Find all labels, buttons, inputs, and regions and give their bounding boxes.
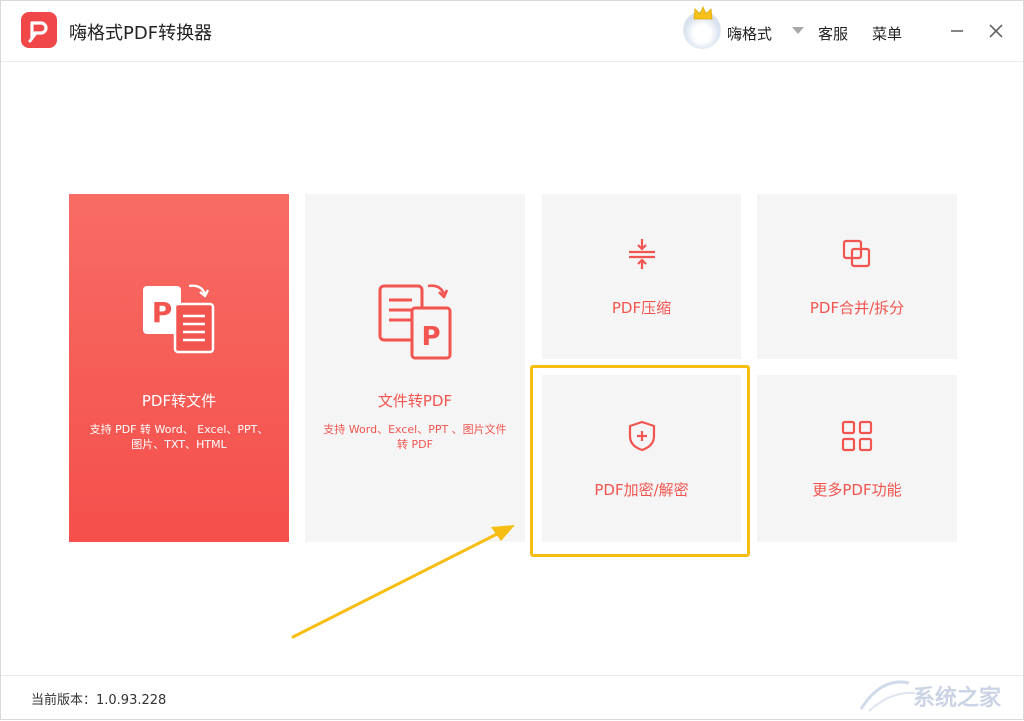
file-to-pdf-icon: P — [378, 284, 452, 360]
pdf-encrypt-decrypt-title: PDF加密/解密 — [594, 481, 689, 499]
more-pdf-functions-title: 更多PDF功能 — [812, 481, 902, 499]
pdf-compress-card[interactable]: PDF压缩 — [542, 194, 741, 359]
pdf-merge-split-title: PDF合并/拆分 — [809, 299, 905, 317]
file-to-pdf-card[interactable]: P 文件转PDF 支持 Word、Excel、PPT 、图片文件转 PDF — [305, 194, 525, 542]
watermark: 系统之家 — [851, 671, 1021, 717]
pdf-to-file-desc: 支持 PDF 转 Word、 Excel、PPT、图片、TXT、HTML — [89, 423, 269, 451]
version-text: 当前版本：1.0.93.228 — [31, 693, 167, 708]
svg-text:P: P — [152, 296, 173, 329]
close-icon[interactable] — [986, 21, 1006, 41]
shield-icon — [628, 420, 655, 452]
avatar-image — [693, 27, 711, 42]
pdf-to-file-title: PDF转文件 — [141, 392, 217, 410]
merge-icon — [842, 239, 871, 268]
svg-text:P: P — [421, 322, 440, 352]
app-logo-icon — [21, 12, 57, 48]
app-title: 嗨格式PDF转换器 — [69, 23, 213, 44]
pdf-to-file-icon: P — [143, 284, 215, 354]
pdf-merge-split-card[interactable]: PDF合并/拆分 — [757, 194, 957, 359]
minimize-icon[interactable] — [947, 21, 967, 41]
pdf-encrypt-decrypt-card[interactable]: PDF加密/解密 — [542, 375, 741, 542]
customer-service-link[interactable]: 客服 — [818, 23, 848, 44]
user-name[interactable]: 嗨格式 — [727, 23, 772, 44]
watermark-icon: 系统之家 — [859, 680, 1002, 712]
file-to-pdf-desc: 支持 Word、Excel、PPT 、图片文件转 PDF — [323, 423, 507, 451]
grid-icon — [841, 420, 873, 452]
app-window: 嗨格式PDF转换器 嗨格式 客服 菜单 P PDF转文件 支持 PDF 转 Wo… — [0, 0, 1024, 720]
watermark-text: 系统之家 — [913, 685, 1002, 711]
title-bar: 嗨格式PDF转换器 嗨格式 客服 菜单 — [1, 1, 1023, 62]
avatar[interactable] — [683, 6, 721, 49]
menu-link[interactable]: 菜单 — [872, 23, 902, 44]
pdf-to-file-card[interactable]: P PDF转文件 支持 PDF 转 Word、 Excel、PPT、图片、TXT… — [69, 194, 289, 542]
pdf-compress-title: PDF压缩 — [611, 299, 672, 317]
chevron-down-icon[interactable] — [792, 27, 804, 34]
compress-icon — [628, 239, 655, 269]
more-pdf-functions-card[interactable]: 更多PDF功能 — [757, 375, 957, 542]
file-to-pdf-title: 文件转PDF — [377, 392, 453, 410]
